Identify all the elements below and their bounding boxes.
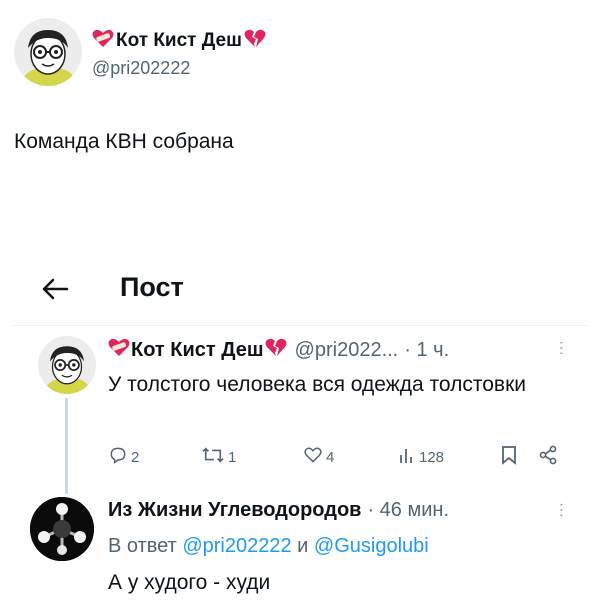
author-name[interactable]: Кот Кист Деш	[108, 337, 287, 363]
page-header: Пост	[0, 262, 600, 322]
views-chart-icon	[398, 445, 416, 469]
reply-icon	[108, 445, 128, 469]
back-arrow-icon[interactable]	[40, 276, 70, 302]
timestamp[interactable]: · 1 ч.	[404, 339, 449, 362]
retweet-icon	[201, 445, 225, 469]
tweet-text: А у худого - худи	[108, 571, 271, 594]
bookmark-button[interactable]	[500, 445, 518, 469]
author-avatar[interactable]	[30, 497, 94, 561]
quoted-post: Кот Кист Деш @pri202222 Команда КВН собр…	[0, 0, 600, 250]
like-button[interactable]: 4	[303, 445, 334, 469]
tweet-header: Из Жизни Углеводородов · 46 мин.	[108, 499, 449, 522]
more-options-icon[interactable]: ···	[552, 502, 570, 518]
share-button[interactable]	[538, 445, 558, 469]
broken-heart-icon	[265, 337, 287, 363]
author-avatar[interactable]	[38, 336, 96, 394]
heart-with-bandage-icon	[92, 28, 114, 54]
author-handle[interactable]: @pri202222	[92, 58, 190, 79]
post-text: Команда КВН собрана	[14, 130, 234, 153]
reply-context: В ответ @pri202222 и @Gusigolubi	[108, 535, 429, 557]
heart-icon	[303, 445, 323, 469]
retweet-button[interactable]: 1	[201, 445, 236, 469]
tweet-header: Кот Кист Деш @pri2022... · 1 ч.	[108, 337, 449, 363]
reply-button[interactable]: 2	[108, 445, 139, 469]
mention-link[interactable]: @Gusigolubi	[314, 535, 429, 557]
divider	[10, 325, 590, 326]
views-button[interactable]: 128	[398, 445, 444, 469]
mention-link[interactable]: @pri202222	[182, 535, 291, 557]
bookmark-icon	[500, 445, 518, 469]
author-name[interactable]: Кот Кист Деш	[92, 28, 266, 54]
heart-with-bandage-icon	[108, 337, 130, 363]
more-options-icon[interactable]: ···	[552, 340, 570, 356]
tweet-actions: 2 1 4 128	[108, 445, 568, 475]
author-handle[interactable]: @pri2022...	[295, 339, 399, 362]
page-title: Пост	[120, 272, 184, 302]
share-icon	[538, 445, 558, 469]
timestamp[interactable]: · 46 мин.	[367, 499, 449, 522]
author-name[interactable]: Из Жизни Углеводородов	[108, 499, 361, 522]
broken-heart-icon	[244, 28, 266, 54]
author-avatar[interactable]	[14, 18, 82, 86]
tweet-text: У толстого человека вся одежда толстовки	[108, 373, 527, 396]
thread-line	[65, 398, 68, 494]
